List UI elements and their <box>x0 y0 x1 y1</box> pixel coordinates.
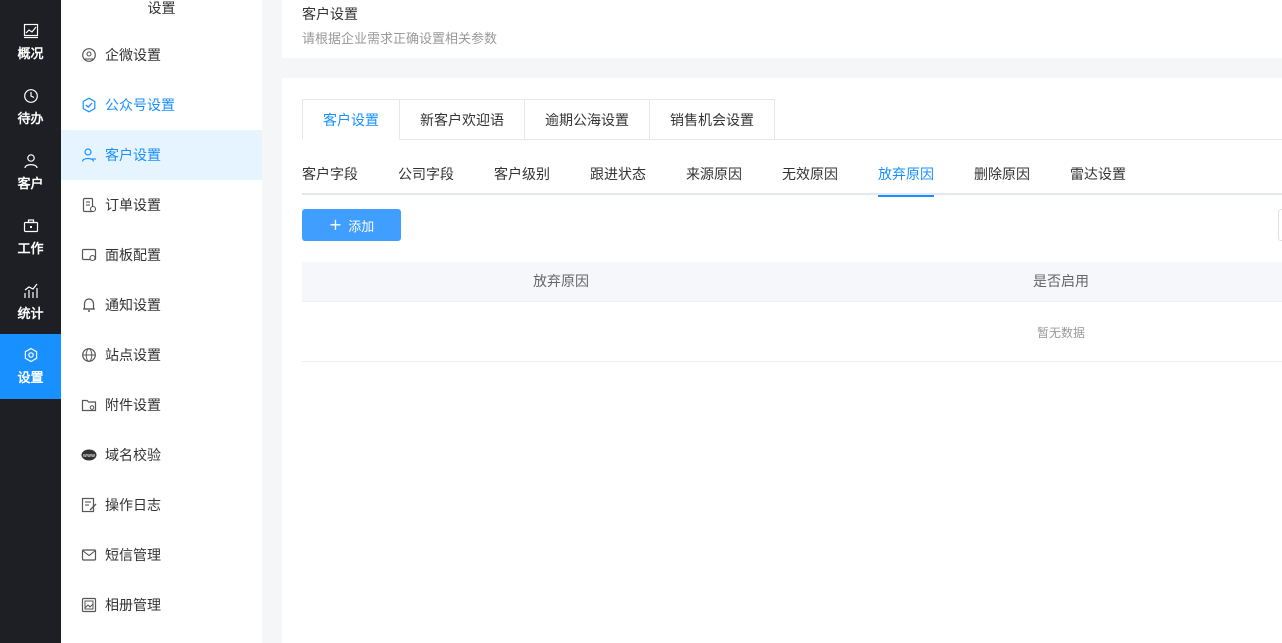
rail-item-customer[interactable]: 客户 <box>0 140 61 205</box>
page-subtitle: 请根据企业需求正确设置相关参数 <box>302 32 498 47</box>
tab-overdue-pool[interactable]: 逾期公海设置 <box>525 99 650 140</box>
page-header: 客户设置 请根据企业需求正确设置相关参数 <box>282 0 1282 58</box>
tab-sales-opportunity[interactable]: 销售机会设置 <box>650 99 775 140</box>
sidebar-item-domain[interactable]: www 域名校验 <box>61 430 262 480</box>
rail-label: 设置 <box>17 371 44 386</box>
sidebar-item-attachment[interactable]: 附件设置 <box>61 380 262 430</box>
image-icon <box>81 597 97 613</box>
table-header: 放弃原因 是否启用 <box>302 262 1282 302</box>
check-badge-icon <box>82 97 96 113</box>
rail-item-overview[interactable]: 概况 <box>0 10 61 75</box>
tabs-divider <box>774 139 1282 140</box>
sidebar-item-label: 企微设置 <box>105 48 161 64</box>
sidebar-item-album[interactable]: 相册管理 <box>61 580 262 630</box>
chart-line-icon <box>23 23 38 39</box>
sidebar-item-label: 通知设置 <box>105 298 161 314</box>
user-icon <box>23 154 38 169</box>
subtab-customer-fields[interactable]: 客户字段 <box>302 164 358 197</box>
sidebar-item-label: 站点设置 <box>105 348 161 364</box>
sidebar-title: 设置 <box>147 1 176 17</box>
sidebar-item-label: 附件设置 <box>105 398 161 414</box>
rail-label: 客户 <box>17 177 44 192</box>
content-card: 客户设置 新客户欢迎语 逾期公海设置 销售机会设置 客户字段 公司字段 客户级别… <box>282 78 1282 643</box>
page-title: 客户设置 <box>302 7 358 23</box>
nav-rail: 概况 待办 客户 工作 统计 设置 <box>0 0 61 643</box>
order-icon <box>82 197 97 213</box>
settings-tabs: 客户设置 新客户欢迎语 逾期公海设置 销售机会设置 <box>302 99 775 140</box>
subtab-radar-settings[interactable]: 雷达设置 <box>1070 164 1126 197</box>
main-area: 客户设置 请根据企业需求正确设置相关参数 客户设置 新客户欢迎语 逾期公海设置 … <box>262 0 1282 643</box>
sidebar-item-site[interactable]: 站点设置 <box>61 330 262 380</box>
subtab-delete-reason[interactable]: 删除原因 <box>974 164 1030 197</box>
sidebar-item-label: 订单设置 <box>105 198 161 214</box>
add-button[interactable]: + 添加 <box>302 209 401 241</box>
sidebar-item-label: 域名校验 <box>105 448 161 464</box>
column-header-reason: 放弃原因 <box>533 274 589 290</box>
wecom-icon <box>82 48 96 62</box>
add-button-label: 添加 <box>348 219 375 235</box>
sidebar-item-label: 公众号设置 <box>105 98 175 114</box>
rail-item-stats[interactable]: 统计 <box>0 270 61 335</box>
subtabs: 客户字段 公司字段 客户级别 跟进状态 来源原因 无效原因 放弃原因 删除原因 … <box>302 160 1282 197</box>
settings-sidebar: 设置 企微设置 公众号设置 客户设置 订单设置 面板配置 通知设置 站点设置 附… <box>61 0 262 643</box>
toolbar-right-button[interactable] <box>1278 209 1282 241</box>
subtab-abandon-reason[interactable]: 放弃原因 <box>878 164 934 197</box>
table-empty-row: 暂无数据 <box>302 302 1282 362</box>
svg-text:www: www <box>83 453 95 459</box>
sidebar-item-wecom[interactable]: 企微设置 <box>61 30 262 80</box>
subtab-company-fields[interactable]: 公司字段 <box>398 164 454 197</box>
tab-customer-settings[interactable]: 客户设置 <box>302 99 400 140</box>
sidebar-item-label: 面板配置 <box>105 248 161 264</box>
reason-table: 放弃原因 是否启用 暂无数据 <box>302 262 1282 362</box>
tab-welcome-message[interactable]: 新客户欢迎语 <box>400 99 525 140</box>
subtab-invalid-reason[interactable]: 无效原因 <box>782 164 838 197</box>
subtab-customer-level[interactable]: 客户级别 <box>494 164 550 197</box>
users-icon <box>81 148 96 162</box>
gear-icon <box>24 347 37 363</box>
globe-icon <box>82 348 96 362</box>
sidebar-item-label: 相册管理 <box>105 598 161 614</box>
sidebar-item-notification[interactable]: 通知设置 <box>61 280 262 330</box>
rail-label: 工作 <box>17 242 44 257</box>
rail-item-todo[interactable]: 待办 <box>0 75 61 140</box>
sidebar-item-oplog[interactable]: 操作日志 <box>61 480 262 530</box>
bell-icon <box>83 298 95 312</box>
edit-log-icon <box>81 497 97 513</box>
mail-icon <box>81 549 97 561</box>
sidebar-item-panel[interactable]: 面板配置 <box>61 230 262 280</box>
sidebar-item-label: 客户设置 <box>105 148 161 164</box>
www-icon: www <box>81 449 97 461</box>
sidebar-item-label: 短信管理 <box>105 548 161 564</box>
rail-label: 待办 <box>17 112 44 127</box>
rail-label: 统计 <box>17 307 44 322</box>
empty-state-text: 暂无数据 <box>1037 326 1086 340</box>
sidebar-item-order[interactable]: 订单设置 <box>61 180 262 230</box>
sidebar-item-official-account[interactable]: 公众号设置 <box>61 80 262 130</box>
sidebar-item-label: 操作日志 <box>105 498 161 514</box>
briefcase-icon <box>23 219 38 233</box>
rail-item-work[interactable]: 工作 <box>0 205 61 270</box>
sidebar-item-sms[interactable]: 短信管理 <box>61 530 262 580</box>
column-header-enabled: 是否启用 <box>1033 274 1089 290</box>
rail-item-settings[interactable]: 设置 <box>0 334 61 399</box>
subtab-source-reason[interactable]: 来源原因 <box>686 164 742 197</box>
subtab-followup-status[interactable]: 跟进状态 <box>590 164 646 197</box>
plus-icon: + <box>328 215 343 234</box>
sidebar-item-customer-settings[interactable]: 客户设置 <box>61 130 262 180</box>
panel-icon <box>81 248 97 262</box>
rail-label: 概况 <box>17 47 44 62</box>
bar-chart-icon <box>23 283 38 298</box>
folder-icon <box>81 399 97 412</box>
clock-icon <box>23 89 38 103</box>
